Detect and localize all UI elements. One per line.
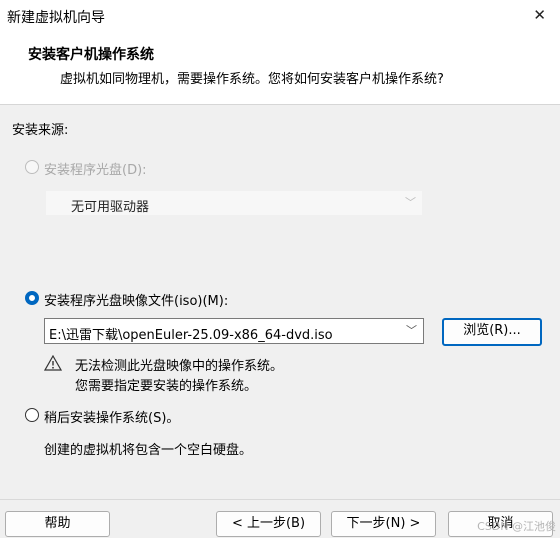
next-button[interactable]: 下一步(N) > xyxy=(331,511,436,537)
title-bar: 新建虚拟机向导 ✕ xyxy=(0,0,560,34)
disc-radio[interactable] xyxy=(25,160,39,174)
drive-select-value: 无可用驱动器 xyxy=(71,200,150,215)
page-subtitle: 虚拟机如同物理机，需要操作系统。您将如何安装客户机操作系统? xyxy=(60,72,444,87)
chevron-down-icon[interactable]: ﹀ xyxy=(406,322,417,338)
watermark: CSDN @江池俊 xyxy=(477,520,556,533)
window-title: 新建虚拟机向导 xyxy=(7,10,105,26)
help-button[interactable]: 帮助 xyxy=(5,511,110,537)
chevron-down-icon: ﹀ xyxy=(405,196,416,209)
later-radio-label: 稍后安装操作系统(S)。 xyxy=(44,411,180,426)
later-description: 创建的虚拟机将包含一个空白硬盘。 xyxy=(44,443,253,458)
back-button[interactable]: < 上一步(B) xyxy=(216,511,321,537)
warning-icon xyxy=(44,355,62,371)
iso-radio[interactable] xyxy=(25,291,39,305)
disc-radio-label: 安装程序光盘(D): xyxy=(44,163,147,178)
footer-divider xyxy=(0,499,560,500)
wizard-header: 安装客户机操作系统 虚拟机如同物理机，需要操作系统。您将如何安装客户机操作系统? xyxy=(0,34,560,105)
later-radio[interactable] xyxy=(25,408,39,422)
drive-select[interactable]: 无可用驱动器 ﹀ xyxy=(45,190,423,216)
iso-path-value: E:\迅雷下载\openEuler-25.09-x86_64-dvd.iso xyxy=(49,328,333,343)
page-title: 安装客户机操作系统 xyxy=(28,47,154,63)
close-icon[interactable]: ✕ xyxy=(533,6,546,24)
iso-radio-label: 安装程序光盘映像文件(iso)(M): xyxy=(44,294,229,309)
browse-button[interactable]: 浏览(R)... xyxy=(442,318,542,346)
install-source-label: 安装来源: xyxy=(12,123,69,138)
warning-line-1: 无法检测此光盘映像中的操作系统。 xyxy=(75,359,284,374)
iso-path-combo[interactable]: E:\迅雷下载\openEuler-25.09-x86_64-dvd.iso ﹀ xyxy=(44,318,424,344)
warning-line-2: 您需要指定要安装的操作系统。 xyxy=(75,379,258,394)
